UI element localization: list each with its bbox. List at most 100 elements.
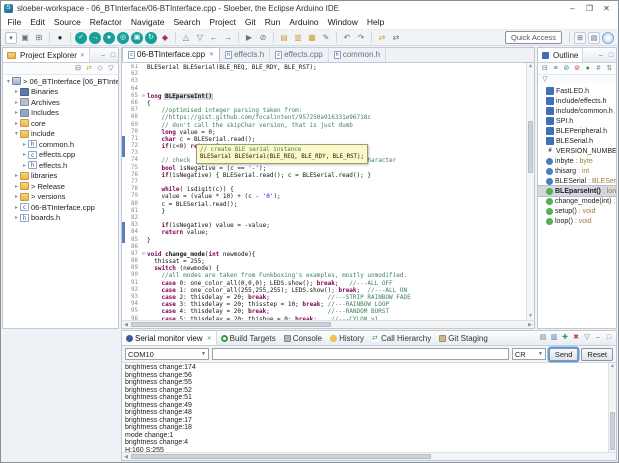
tab-console[interactable]: Console — [280, 331, 326, 345]
maximize-button[interactable]: ❐ — [581, 2, 598, 15]
cpp-perspective-button[interactable]: ▤ — [588, 32, 600, 44]
open-serial-monitor-button-icon[interactable]: ◎ — [117, 32, 129, 44]
scroll-left-icon[interactable]: ◀ — [122, 453, 130, 460]
minimize-icon[interactable]: – — [593, 333, 603, 343]
editor-tab-common-h[interactable]: hcommon.h — [329, 47, 386, 62]
arduino-perspective-button[interactable]: ◉ — [602, 32, 614, 44]
outline-item-include-effects-h[interactable]: include/effects.h — [538, 96, 616, 106]
tab-serial-monitor-view[interactable]: Serial monitor view✕ — [122, 331, 217, 345]
tree-item-release[interactable]: ▸> Release — [3, 181, 118, 192]
quick-access-box[interactable]: Quick Access — [505, 31, 562, 44]
next-editor-button-icon[interactable]: ⇄ — [376, 32, 388, 44]
menu-project[interactable]: Project — [205, 16, 240, 29]
verify-sketch-button-icon[interactable]: ✓ — [75, 32, 87, 44]
new-wizard-dropdown-icon[interactable]: ▾ — [5, 32, 17, 44]
back-history-button-icon[interactable]: ← — [208, 32, 220, 44]
expander-icon[interactable]: ▾ — [5, 78, 12, 85]
menu-git[interactable]: Git — [240, 16, 260, 29]
scroll-left-icon[interactable]: ◀ — [122, 321, 130, 328]
next-annotation-button-icon[interactable]: ▽ — [194, 32, 206, 44]
skip-breakpoints-button-icon[interactable]: ⊘ — [257, 32, 269, 44]
forward-history-button-icon[interactable]: → — [222, 32, 234, 44]
expander-icon[interactable]: ▾ — [13, 130, 20, 137]
menu-file[interactable]: File — [3, 16, 26, 29]
tree-item-core[interactable]: ▸core — [3, 118, 118, 129]
tab-call-hierarchy[interactable]: ⇄Call Hierarchy — [368, 331, 435, 345]
close-icon[interactable]: ✕ — [209, 51, 214, 58]
scrollbar-thumb[interactable] — [131, 454, 431, 459]
fold-marker-icon[interactable]: ⊖ — [140, 93, 147, 100]
minimize-view-icon[interactable]: – — [98, 52, 108, 59]
view-menu-icon[interactable]: ▽ — [582, 333, 592, 343]
tab-history[interactable]: History — [326, 331, 368, 345]
maximize-view-icon[interactable]: □ — [108, 52, 118, 59]
editor-tab-effects-h[interactable]: heffects.h — [220, 47, 270, 62]
tab-build-targets[interactable]: Build Targets — [217, 331, 280, 345]
menu-refactor[interactable]: Refactor — [85, 16, 126, 29]
outline-item-version-number[interactable]: #VERSION_NUMBER — [538, 146, 616, 156]
collapse-all-icon[interactable]: ⊟ — [540, 64, 550, 74]
link-with-editor-icon[interactable]: ⇅ — [604, 64, 614, 74]
editor-tab-effects-cpp[interactable]: ceffects.cpp — [270, 47, 329, 62]
remove-connection-icon[interactable]: ✖ — [571, 333, 581, 343]
hide-static-members-icon[interactable]: ⊘ — [572, 64, 582, 74]
hide-non-public-icon[interactable]: ● — [583, 64, 593, 74]
search-button-icon[interactable]: ✎ — [320, 32, 332, 44]
serial-output[interactable]: brightness change:174brightness change:5… — [122, 363, 616, 452]
editor-tab-06-btinterface-cpp[interactable]: c06-BTInterface.cpp✕ — [122, 47, 220, 62]
expander-icon[interactable]: ▸ — [13, 204, 20, 211]
output-horizontal-scrollbar[interactable]: ◀ — [122, 452, 616, 460]
scroll-down-icon[interactable]: ▼ — [527, 313, 534, 320]
expander-icon[interactable]: ▸ — [21, 141, 28, 148]
sort-icon[interactable]: ≡ — [551, 64, 561, 74]
hide-fields-icon[interactable]: ⊘ — [561, 64, 571, 74]
expander-icon[interactable]: ▸ — [13, 214, 20, 221]
outline-item-setup[interactable]: setup() : void — [538, 206, 616, 216]
select-board-button-icon[interactable]: ▣ — [131, 32, 143, 44]
expander-icon[interactable]: ▸ — [13, 120, 20, 127]
minimize-view-icon[interactable]: – — [596, 52, 606, 59]
maximize-view-icon[interactable]: □ — [606, 52, 616, 59]
line-ending-select[interactable]: CR ▼ — [512, 348, 546, 360]
scrollbar-thumb[interactable] — [528, 121, 533, 173]
outline-item-inbyte[interactable]: inbyte : byte — [538, 156, 616, 166]
menu-window[interactable]: Window — [323, 16, 362, 29]
menu-search[interactable]: Search — [169, 16, 205, 29]
close-icon[interactable]: ✕ — [80, 52, 85, 59]
expander-icon[interactable]: ▸ — [13, 109, 20, 116]
tree-item-common-h[interactable]: ▸hcommon.h — [3, 139, 118, 150]
outline-item-spi-h[interactable]: SPI.h — [538, 116, 616, 126]
outline-item-include-common-h[interactable]: include/common.h — [538, 106, 616, 116]
expander-icon[interactable]: ▸ — [21, 151, 28, 158]
scrollbar-thumb[interactable] — [131, 322, 331, 327]
display-console-icon[interactable]: ▥ — [549, 333, 559, 343]
run-button-icon[interactable]: ▶ — [243, 32, 255, 44]
tree-item-06-btinterface-06-btinterface-mas[interactable]: ▾> 06_BTInterface [06_BTInterface mas — [3, 76, 118, 87]
reload-libraries-button-icon[interactable]: ↻ — [145, 32, 157, 44]
previous-annotation-button-icon[interactable]: △ — [180, 32, 192, 44]
output-vertical-scrollbar[interactable]: ▲ — [608, 363, 616, 452]
maximize-icon[interactable]: □ — [604, 333, 614, 343]
tab-git-staging[interactable]: Git Staging — [435, 331, 492, 345]
view-menu-icon[interactable]: ▽ — [540, 75, 550, 85]
editor-horizontal-scrollbar[interactable]: ◀ ▶ — [122, 320, 534, 328]
collapse-all-icon[interactable]: ⊟ — [73, 64, 83, 74]
outline-item-bleperipheral-h[interactable]: BLEPeripheral.h — [538, 126, 616, 136]
reset-button[interactable]: Reset — [581, 348, 613, 361]
pin-console-icon[interactable]: ▤ — [538, 333, 548, 343]
menu-edit[interactable]: Edit — [26, 16, 50, 29]
launch-config-button-icon[interactable]: ● — [54, 32, 66, 44]
new-sketch-button-icon[interactable]: ● — [103, 32, 115, 44]
scroll-right-icon[interactable]: ▶ — [526, 321, 534, 328]
menu-navigate[interactable]: Navigate — [126, 16, 169, 29]
port-select[interactable]: COM10 ▼ — [125, 348, 209, 360]
profile-tool-button-icon[interactable]: ◆ — [159, 32, 171, 44]
open-resource-button-icon[interactable]: ▤ — [278, 32, 290, 44]
editor-vertical-scrollbar[interactable]: ▲ ▼ — [526, 63, 534, 320]
outline-item-bleserial[interactable]: BLESerial : BLESerial — [538, 176, 616, 186]
save-button-icon[interactable]: ▣ — [19, 32, 31, 44]
expander-icon[interactable]: ▸ — [13, 193, 20, 200]
expander-icon[interactable]: ▸ — [13, 88, 20, 95]
hide-inactive-icon[interactable]: # — [594, 64, 604, 74]
tree-item-06-btinterface-cpp[interactable]: ▸c06-BTInterface.cpp — [3, 202, 118, 213]
